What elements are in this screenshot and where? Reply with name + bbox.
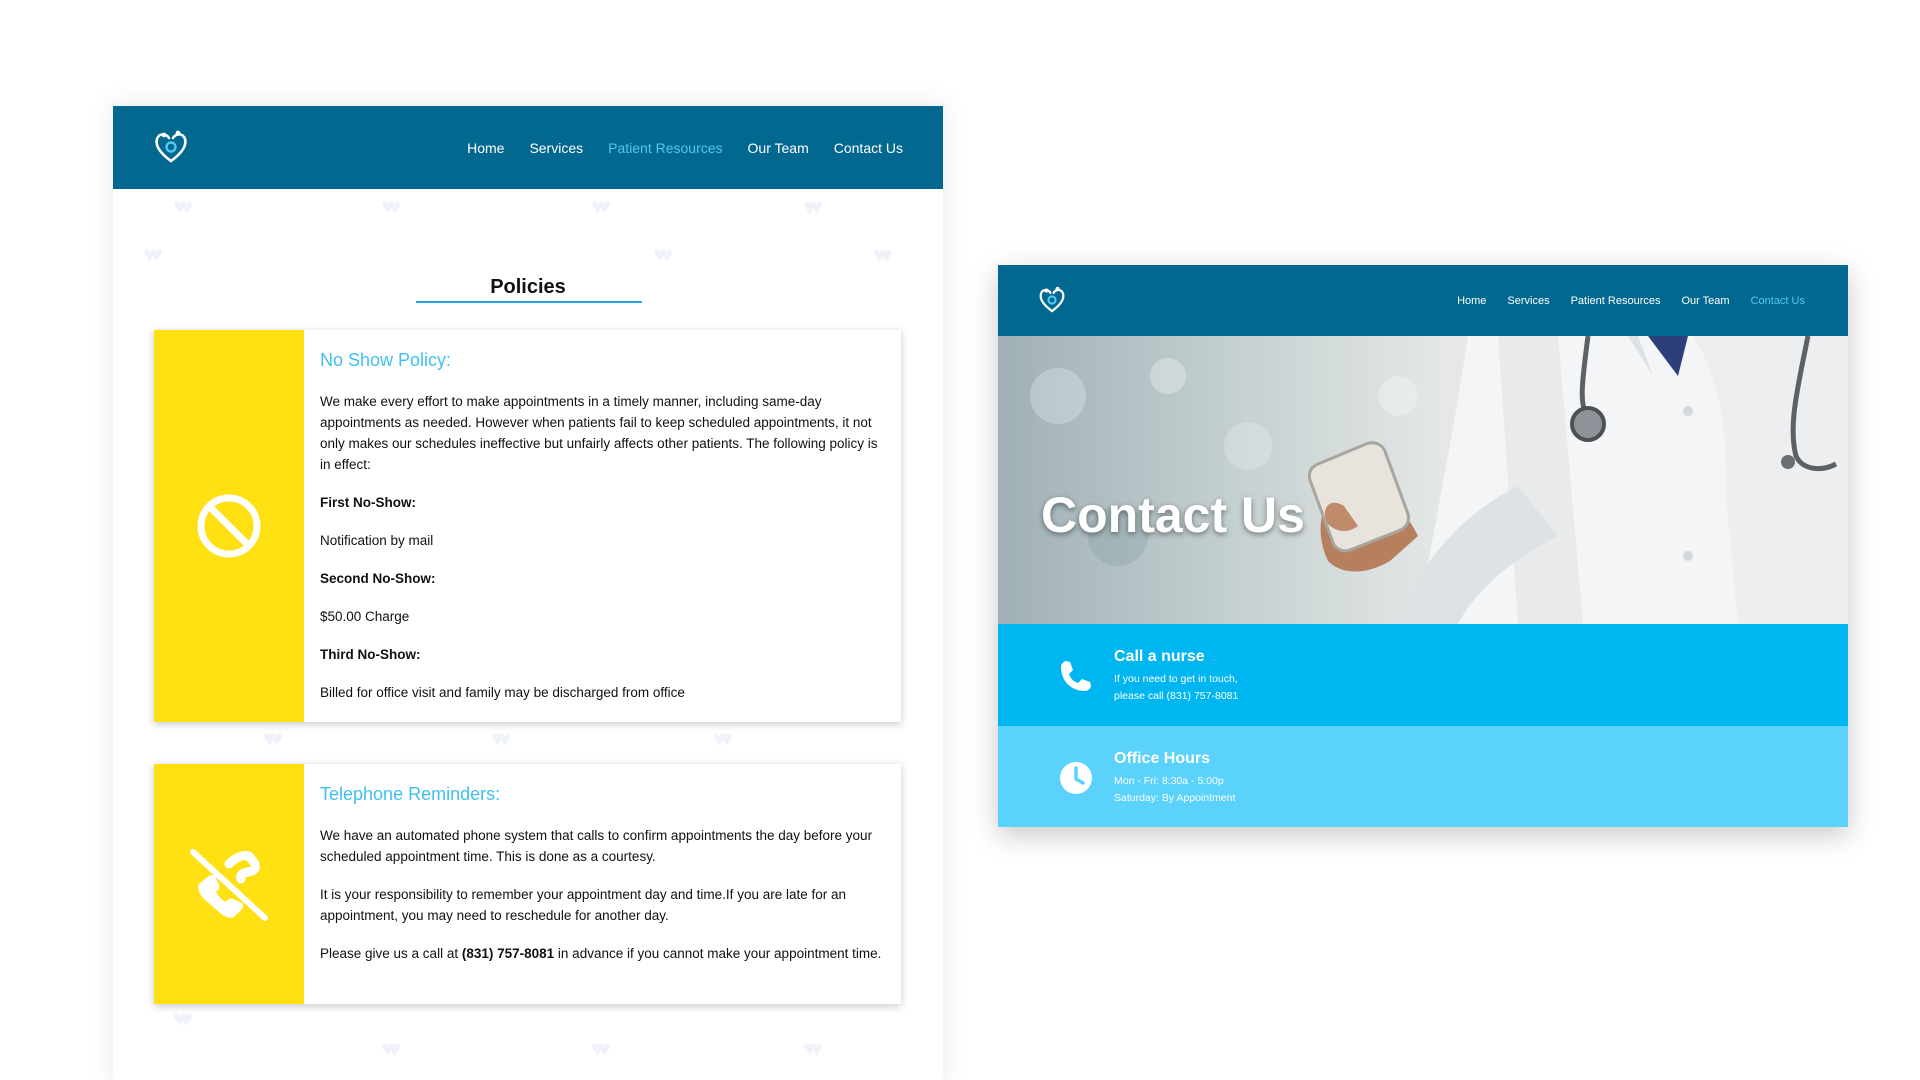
clock-icon <box>1060 762 1092 794</box>
top-navigation: Home Services Patient Resources Our Team… <box>998 265 1848 336</box>
call-nurse-line: If you need to get in touch, <box>1114 673 1238 685</box>
policies-page-screenshot: ♥♥ ♥♥ ♥♥ ♥♥ ♥♥ ♥♥ ♥♥ ♥♥ ♥♥ ♥♥ ♥♥ ♥♥ ♥♥ ♥… <box>113 106 943 1080</box>
phone-slash-icon <box>190 849 268 921</box>
policy-intro: We make every effort to make appointment… <box>320 394 878 472</box>
nav-patient-resources[interactable]: Patient Resources <box>1571 295 1661 307</box>
heart-family-logo-icon[interactable] <box>151 127 191 167</box>
top-navigation: Home Services Patient Resources Our Team… <box>113 106 943 189</box>
reminder-paragraph: We have an automated phone system that c… <box>320 828 873 864</box>
office-hours-weekday: Mon - Fri: 8:30a - 5:00p <box>1114 775 1224 787</box>
nav-our-team[interactable]: Our Team <box>748 140 809 156</box>
office-hours-saturday: Saturday: By Appointment <box>1114 792 1236 804</box>
office-hours-title: Office Hours <box>1114 750 1211 767</box>
nav-our-team[interactable]: Our Team <box>1681 295 1729 307</box>
rule-label: Third No-Show: <box>320 647 421 662</box>
card-body: Telephone Reminders: We have an automate… <box>320 784 883 981</box>
card-icon-panel <box>154 330 304 722</box>
heart-family-logo-icon[interactable] <box>1036 283 1068 317</box>
call-nurse-text: Call a nurse If you need to get in touch… <box>1114 648 1238 705</box>
nav-links: Home Services Patient Resources Our Team… <box>1457 265 1805 336</box>
hero-title: Contact Us <box>1041 487 1305 543</box>
nav-links: Home Services Patient Resources Our Team… <box>467 106 903 189</box>
title-underline <box>416 301 642 303</box>
office-hours-row: Office Hours Mon - Fri: 8:30a - 5:00p Sa… <box>998 726 1848 827</box>
nav-patient-resources[interactable]: Patient Resources <box>608 140 722 156</box>
section-title: Policies <box>490 276 566 298</box>
doctor-with-phone-image <box>1030 336 1848 624</box>
contact-page-screenshot: Home Services Patient Resources Our Team… <box>998 265 1848 827</box>
nav-home[interactable]: Home <box>467 140 504 156</box>
telephone-reminders-card: Telephone Reminders: We have an automate… <box>154 764 901 1004</box>
card-body: No Show Policy: We make every effort to … <box>320 350 883 720</box>
rule-label: First No-Show: <box>320 495 416 510</box>
call-nurse-phone[interactable]: please call (831) 757-8081 <box>1114 688 1238 705</box>
nav-contact-us[interactable]: Contact Us <box>834 140 903 156</box>
call-nurse-row: Call a nurse If you need to get in touch… <box>998 624 1848 726</box>
nav-services[interactable]: Services <box>529 140 583 156</box>
call-text-after: in advance if you cannot make your appoi… <box>554 946 882 961</box>
reminder-paragraph: It is your responsibility to remember yo… <box>320 887 847 923</box>
nav-services[interactable]: Services <box>1507 295 1549 307</box>
nav-home[interactable]: Home <box>1457 295 1486 307</box>
rule-label: Second No-Show: <box>320 571 436 586</box>
phone-icon <box>1061 661 1091 691</box>
call-nurse-title: Call a nurse <box>1114 648 1205 665</box>
call-text-before: Please give us a call at <box>320 946 462 961</box>
phone-number-link[interactable]: (831) 757-8081 <box>462 946 554 961</box>
prohibited-icon <box>197 494 261 558</box>
hero-banner: Contact Us <box>998 336 1848 624</box>
card-icon-panel <box>154 764 304 1004</box>
rule-value: Billed for office visit and family may b… <box>320 685 685 700</box>
rule-value: Notification by mail <box>320 533 434 548</box>
rule-value: $50.00 Charge <box>320 609 410 624</box>
office-hours-text: Office Hours Mon - Fri: 8:30a - 5:00p Sa… <box>1114 750 1235 807</box>
reminder-paragraph: Please give us a call at (831) 757-8081 … <box>320 943 883 964</box>
card-heading: Telephone Reminders: <box>320 784 501 804</box>
nav-contact-us[interactable]: Contact Us <box>1751 295 1805 307</box>
card-heading: No Show Policy: <box>320 350 452 370</box>
no-show-policy-card: No Show Policy: We make every effort to … <box>154 330 901 722</box>
